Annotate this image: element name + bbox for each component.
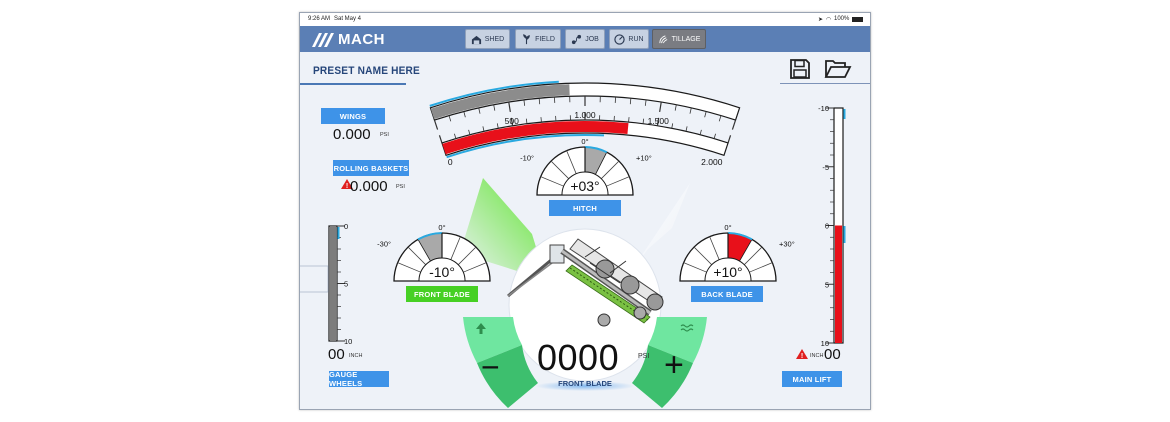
minus-label: − xyxy=(481,349,500,385)
bar-scale-label: 10 xyxy=(344,337,352,346)
pressure-tick xyxy=(538,98,541,105)
main-lift-label: MAIN LIFT xyxy=(782,371,842,387)
rolling-baskets-value: 0.000 xyxy=(350,178,388,195)
pressure-tick xyxy=(525,118,528,124)
pressure-tick xyxy=(478,107,481,114)
pressure-tick xyxy=(699,129,702,135)
main-lift-alert-icon: ! xyxy=(796,349,808,360)
front-blade-label: FRONT BLADE xyxy=(406,286,478,302)
pressure-tick-label: 2.000 xyxy=(701,157,723,167)
center-pressure-unit: PSI xyxy=(638,353,650,360)
bar-scale-label: 0 xyxy=(344,222,348,231)
bar-fill xyxy=(835,225,842,343)
pressure-tick xyxy=(508,101,511,113)
pressure-tick xyxy=(718,115,722,122)
wings-label: WINGS xyxy=(321,108,385,124)
rolling-baskets-label: ROLLING BASKETS xyxy=(333,160,409,176)
pressure-tick xyxy=(642,118,645,124)
wings-value: 0.000 xyxy=(333,126,371,143)
pressure-tick xyxy=(659,101,662,113)
main-lift-unit: INCH xyxy=(810,353,824,359)
gauge-right-label: +30° xyxy=(779,239,795,248)
pressure-tick xyxy=(523,99,526,106)
wings-unit: PSI xyxy=(380,132,389,138)
pressure-tick xyxy=(629,98,632,105)
gauge-top-label: 0° xyxy=(724,223,731,232)
center-section-label: FRONT BLADE xyxy=(558,379,612,388)
main-lift-value: 00 xyxy=(824,346,841,363)
back-blade-gauge: +10° 0° +30° xyxy=(679,223,795,282)
pressure-tick-label: 500 xyxy=(505,116,519,126)
pressure-tick xyxy=(482,126,485,132)
pressure-tick-label: 1.000 xyxy=(574,110,596,120)
center-pressure-value: 0000 xyxy=(537,337,620,378)
hitch-label: HITCH xyxy=(549,200,621,216)
gauge-value: +03° xyxy=(570,178,599,194)
pressure-tick xyxy=(704,111,707,118)
main-lift-bar: -10-50510 xyxy=(818,104,846,348)
svg-text:!: ! xyxy=(346,183,348,190)
bar-scale-label: 5 xyxy=(825,280,829,289)
gauge-value: +10° xyxy=(713,264,742,280)
gauge-top-label: 0° xyxy=(438,223,445,232)
pressure-tick xyxy=(438,135,443,144)
pressure-tick-label: 1.500 xyxy=(648,116,670,126)
pressure-tick xyxy=(496,123,499,129)
bar-scale-label: 0 xyxy=(825,222,829,231)
gauge-wheels-bar: 0 5 10 xyxy=(328,222,352,346)
bar-scale-label: -10 xyxy=(818,104,829,113)
gauge-value: -10° xyxy=(429,264,455,280)
pressure-tick xyxy=(674,104,677,111)
pressure-tick xyxy=(463,111,466,118)
pressure-tick xyxy=(433,119,439,130)
pressure-tick xyxy=(454,133,457,139)
hitch-gauge: +03° 0° -10° +10° xyxy=(520,137,652,196)
pressure-tick xyxy=(493,104,496,111)
svg-text:!: ! xyxy=(801,353,803,360)
plus-label: + xyxy=(664,346,684,384)
gauge-top-label: 0° xyxy=(581,137,588,146)
pressure-tick xyxy=(468,129,471,135)
app-window: 9:26 AM Sat May 4 ➤ ◠ 100% MACH SHED FIE… xyxy=(299,12,871,410)
bar-scale-label: 5 xyxy=(344,280,348,289)
pressure-tick xyxy=(671,123,674,129)
pressure-tick xyxy=(713,133,716,139)
pressure-tick xyxy=(448,115,452,122)
bar-scale-label: -5 xyxy=(822,163,829,172)
gauge-left-label: -30° xyxy=(377,239,391,248)
gauge-wheels-value: 00 xyxy=(328,346,345,363)
pressure-tick xyxy=(644,99,647,106)
pressure-tick xyxy=(727,135,732,144)
pressure-tick xyxy=(689,107,692,114)
back-blade-label: BACK BLADE xyxy=(691,286,763,302)
gauge-wheels-unit: INCH xyxy=(349,353,363,359)
pressure-tick xyxy=(731,119,737,130)
pressure-tick-label: 0 xyxy=(448,157,453,167)
gauge-right-label: +10° xyxy=(636,153,652,162)
gauge-wheels-label: GAUGE WHEELS xyxy=(329,370,389,388)
gauge-left-label: -10° xyxy=(520,153,534,162)
rolling-baskets-unit: PSI xyxy=(396,184,405,190)
pressure-tick xyxy=(685,126,688,132)
bar-fill xyxy=(330,226,336,341)
